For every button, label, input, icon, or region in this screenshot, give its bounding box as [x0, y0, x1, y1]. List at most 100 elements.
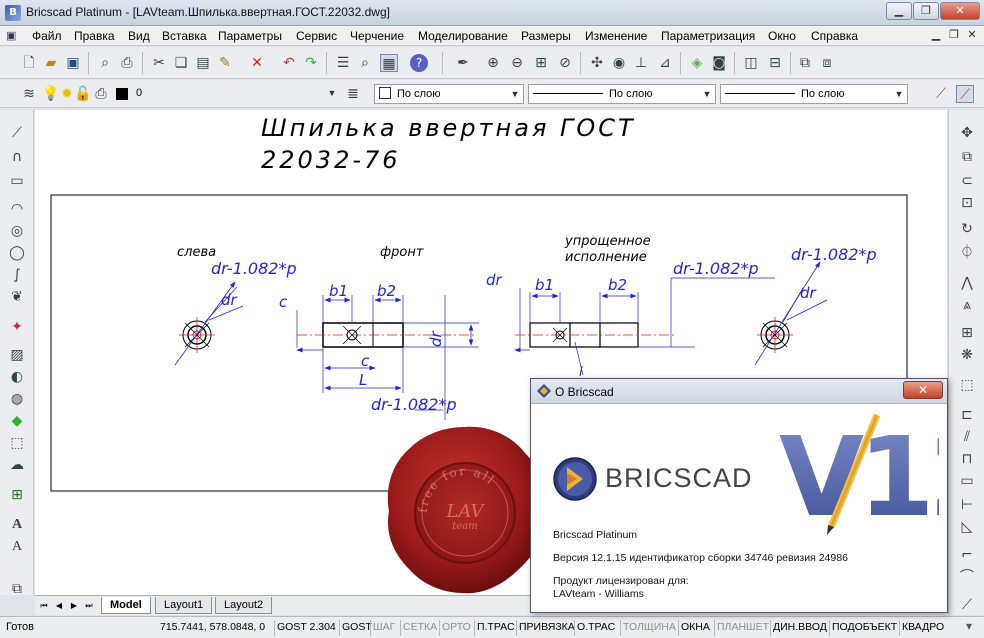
revision-cloud-icon[interactable]: ❦ [8, 288, 26, 306]
explode-icon[interactable]: ⟋ [958, 596, 976, 614]
extend-icon[interactable]: ⊓ [958, 450, 976, 468]
orbit-icon[interactable]: ✣ [588, 54, 606, 72]
layer-unlock-icon[interactable]: 🔓 [74, 85, 92, 103]
save-icon[interactable]: ▣ [64, 54, 82, 72]
scale-icon[interactable]: ⊡ [958, 194, 976, 212]
help-icon[interactable]: ? [410, 54, 428, 72]
spline-icon[interactable]: ∫ [8, 266, 26, 284]
rotate3d-icon[interactable]: ⏀ [958, 244, 976, 262]
status-subobject[interactable]: ПОДОБЪЕКТ [829, 620, 899, 636]
menu-window[interactable]: Окно [768, 29, 796, 43]
status-dimstyle[interactable]: GOST 2.304 [274, 620, 338, 636]
open-folder-icon[interactable]: ▰ [42, 54, 60, 72]
rectangle-icon[interactable]: ▭ [8, 172, 26, 190]
polar-array-icon[interactable]: ❋ [958, 346, 976, 364]
prev-tab-icon[interactable]: ◀ [53, 599, 65, 612]
explorer-icon[interactable]: ▦ [380, 54, 398, 72]
tile-vertical-icon[interactable]: ◫ [742, 54, 760, 72]
tab-layout2[interactable]: Layout2 [215, 597, 273, 614]
menu-options[interactable]: Параметры [218, 29, 282, 43]
select-line-icon[interactable]: ⟋ [932, 85, 950, 103]
first-tab-icon[interactable]: ⏮ [38, 599, 50, 612]
delete-icon[interactable]: ✕ [248, 54, 266, 72]
fillet-arc-icon[interactable]: ⌒ [958, 568, 976, 586]
undo-icon[interactable]: ↶ [280, 54, 298, 72]
region-icon[interactable]: ◐ [8, 368, 26, 386]
polyline-icon[interactable]: ∩ [8, 148, 26, 166]
copy-icon[interactable]: ❏ [172, 54, 190, 72]
sketch-pen-icon[interactable]: ✒ [454, 54, 472, 72]
layer-print-icon[interactable]: ⎙ [92, 85, 110, 103]
line-icon[interactable]: ⟋ [8, 124, 26, 142]
move-icon[interactable]: ✥ [958, 124, 976, 142]
last-tab-icon[interactable]: ⏭ [83, 599, 95, 612]
layer-previous-icon[interactable]: ≣ [344, 85, 362, 103]
status-windows[interactable]: ОКНА [678, 620, 712, 636]
close-button[interactable]: ✕ [940, 2, 980, 20]
paste-icon[interactable]: ▤ [194, 54, 212, 72]
status-textstyle[interactable]: GOST [339, 620, 374, 636]
chamfer-icon[interactable]: ◺ [958, 518, 976, 536]
menu-dimensions[interactable]: Размеры [521, 29, 571, 43]
point-icon[interactable]: ✦ [8, 318, 26, 336]
align-icon[interactable]: ⬚ [958, 376, 976, 394]
offset-icon[interactable]: ⊂ [958, 172, 976, 190]
status-osnap[interactable]: ПРИВЯЗКА [516, 620, 577, 636]
mirror3d-icon[interactable]: ⩓ [958, 296, 976, 314]
tile-horizontal-icon[interactable]: ⊟ [766, 54, 784, 72]
properties-icon[interactable]: ☰ [334, 54, 352, 72]
menu-insert[interactable]: Вставка [162, 29, 207, 43]
cloud-icon[interactable]: ☁ [8, 456, 26, 474]
fillet-icon[interactable]: ⌐ [958, 546, 976, 564]
status-grid[interactable]: СЕТКА [400, 620, 439, 636]
join-icon[interactable]: ⊢ [958, 496, 976, 514]
array-icon[interactable]: ⊞ [958, 324, 976, 342]
layer-combo[interactable]: 0 ▼ [132, 84, 340, 104]
boundary-icon[interactable]: ◍ [8, 390, 26, 408]
tab-layout1[interactable]: Layout1 [155, 597, 213, 614]
menu-view[interactable]: Вид [128, 29, 150, 43]
axis-icon[interactable]: ⊿ [656, 54, 674, 72]
arc-icon[interactable]: ◠ [8, 200, 26, 218]
ucs-icon[interactable]: ⊥ [632, 54, 650, 72]
ungroup-icon[interactable]: ⧈ [818, 54, 836, 72]
status-otrack[interactable]: О.ТРАС [574, 620, 617, 636]
layer-manager-icon[interactable]: ≋ [20, 85, 38, 103]
group-icon[interactable]: ⧉ [796, 54, 814, 72]
status-quad[interactable]: КВАДРО [899, 620, 946, 636]
cut-icon[interactable]: ✂ [150, 54, 168, 72]
table-icon[interactable]: ⊞ [8, 486, 26, 504]
about-dialog-close-button[interactable]: ✕ [903, 381, 943, 399]
ellipse-icon[interactable]: ◯ [8, 244, 26, 262]
bricscad-app-icon[interactable]: B [5, 5, 21, 21]
status-ortho[interactable]: ОРТО [439, 620, 473, 636]
render-box-icon[interactable]: ◈ [688, 54, 706, 72]
status-dyninput[interactable]: ДИН.ВВОД [770, 620, 829, 636]
text-icon[interactable]: A [8, 538, 26, 556]
document-menu-icon[interactable]: ▣ [6, 29, 16, 42]
wipeout-icon[interactable]: ◆ [8, 412, 26, 430]
print-preview-icon[interactable]: ⌕ [96, 54, 114, 72]
zoom-out-icon[interactable]: ⊖ [508, 54, 526, 72]
status-snap[interactable]: ШАГ [370, 620, 397, 636]
menu-file[interactable]: Файл [32, 29, 62, 43]
menu-tools[interactable]: Сервис [296, 29, 337, 43]
tab-model[interactable]: Model [101, 597, 151, 614]
status-menu-icon[interactable]: ▾ [966, 619, 972, 633]
view-eye-icon[interactable]: ◉ [610, 54, 628, 72]
minimize-button[interactable]: ▁ [886, 2, 912, 20]
status-lineweight[interactable]: ТОЛЩИНА [620, 620, 678, 636]
zoom-window-icon[interactable]: ⊞ [532, 54, 550, 72]
next-tab-icon[interactable]: ▶ [68, 599, 80, 612]
zoom-in-icon[interactable]: ⊕ [484, 54, 502, 72]
new-file-icon[interactable]: 🗋 [20, 54, 38, 72]
zoom-previous-icon[interactable]: ⊘ [556, 54, 574, 72]
trim-icon[interactable]: ⫽ [958, 428, 976, 446]
menu-modeling[interactable]: Моделирование [418, 29, 508, 43]
menu-draw[interactable]: Черчение [350, 29, 404, 43]
redo-icon[interactable]: ↷ [302, 54, 320, 72]
match-properties-icon[interactable]: ✎ [216, 54, 234, 72]
menu-modify[interactable]: Изменение [585, 29, 647, 43]
circle-icon[interactable]: ◎ [8, 222, 26, 240]
mirror-icon[interactable]: ⋀ [958, 274, 976, 292]
